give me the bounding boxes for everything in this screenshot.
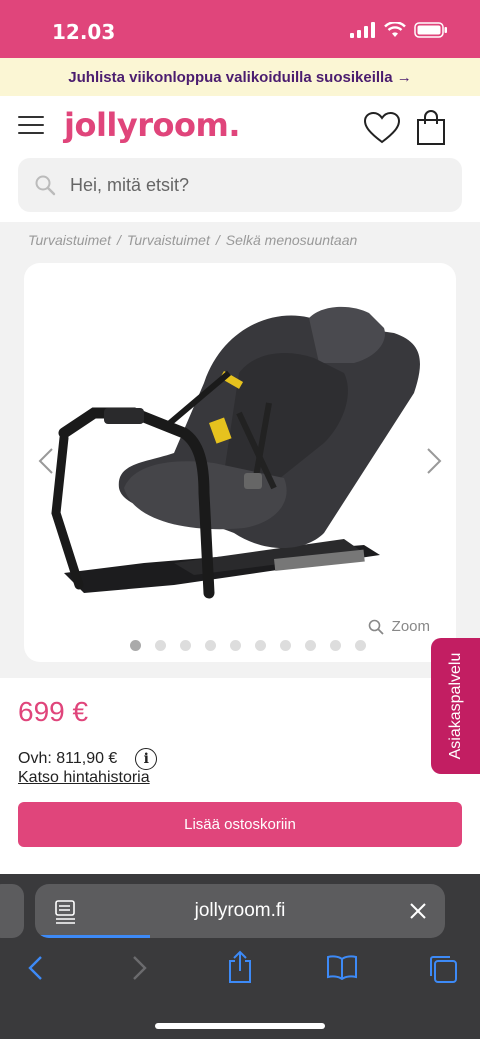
search-bar[interactable] [18,158,462,212]
gallery-dot[interactable] [155,640,166,651]
status-icons [350,22,448,38]
breadcrumb-item[interactable]: Turvaistuimet [127,232,210,248]
price-history-link[interactable]: Katso hintahistoria [18,769,150,787]
shopping-bag-icon[interactable] [416,110,446,146]
browser-nav [0,950,480,994]
menu-icon[interactable] [18,116,44,138]
customer-service-tab[interactable]: Asiakaspalvelu [431,638,480,774]
gallery-dot[interactable] [130,640,141,651]
back-icon[interactable] [26,954,44,982]
product-image [51,306,420,599]
gallery-dot[interactable] [180,640,191,651]
forward-icon[interactable] [131,954,149,982]
gallery-dot[interactable] [330,640,341,651]
status-time: 12.03 [52,20,116,44]
gallery-dot[interactable] [205,640,216,651]
gallery-dot[interactable] [305,640,316,651]
battery-icon [414,22,447,38]
wifi-icon [384,22,406,37]
url-bar[interactable]: jollyroom.fi [35,884,445,938]
url-text: jollyroom.fi [194,900,286,921]
promo-banner[interactable]: Juhlista viikonloppua valikoiduilla suos… [0,58,480,96]
status-bar: 12.03 [0,0,480,58]
info-icon[interactable]: i [135,748,158,770]
product-price: 699 € [18,696,89,727]
breadcrumb-item[interactable]: Selkä menosuuntaan [226,232,358,248]
original-price-row: Ovh: 811,90 € i [18,748,158,770]
add-to-cart-button[interactable]: Lisää ostoskoriin [18,802,462,847]
promo-text: Juhlista viikonloppua valikoiduilla suos… [68,68,412,86]
share-icon[interactable] [226,950,254,984]
previous-tab[interactable] [0,884,24,938]
magnifier-icon [368,619,384,635]
gallery-dots [130,640,366,651]
logo[interactable]: jollyroom. [64,106,241,144]
search-icon [35,175,56,196]
breadcrumb-separator: / [215,232,220,248]
product-image-card[interactable]: Zoom [24,263,456,662]
tabs-icon[interactable] [428,954,458,984]
gallery-dot[interactable] [280,640,291,651]
heart-icon[interactable] [364,112,400,144]
breadcrumb: Turvaistuimet / Turvaistuimet / Selkä meno… [28,232,357,248]
zoom-button[interactable]: Zoom [368,618,430,635]
gallery-dot[interactable] [230,640,241,651]
zoom-label: Zoom [391,618,430,635]
close-icon[interactable] [409,902,427,920]
search-input[interactable] [70,158,450,212]
site-header: jollyroom. [0,96,480,160]
load-progress [35,935,150,938]
breadcrumb-item[interactable]: Turvaistuimet [28,232,111,248]
customer-service-label: Asiakaspalvelu [446,652,464,760]
bookmarks-icon[interactable] [326,954,358,980]
home-indicator [155,1023,325,1029]
original-price: Ovh: 811,90 € [18,750,118,767]
gallery-prev-arrow-icon[interactable] [38,447,54,475]
browser-toolbar: jollyroom.fi [0,874,480,1039]
breadcrumb-separator: / [116,232,121,248]
gallery-next-arrow-icon[interactable] [426,447,442,475]
gallery-dot[interactable] [255,640,266,651]
signal-icon [350,22,375,38]
gallery-dot[interactable] [355,640,366,651]
